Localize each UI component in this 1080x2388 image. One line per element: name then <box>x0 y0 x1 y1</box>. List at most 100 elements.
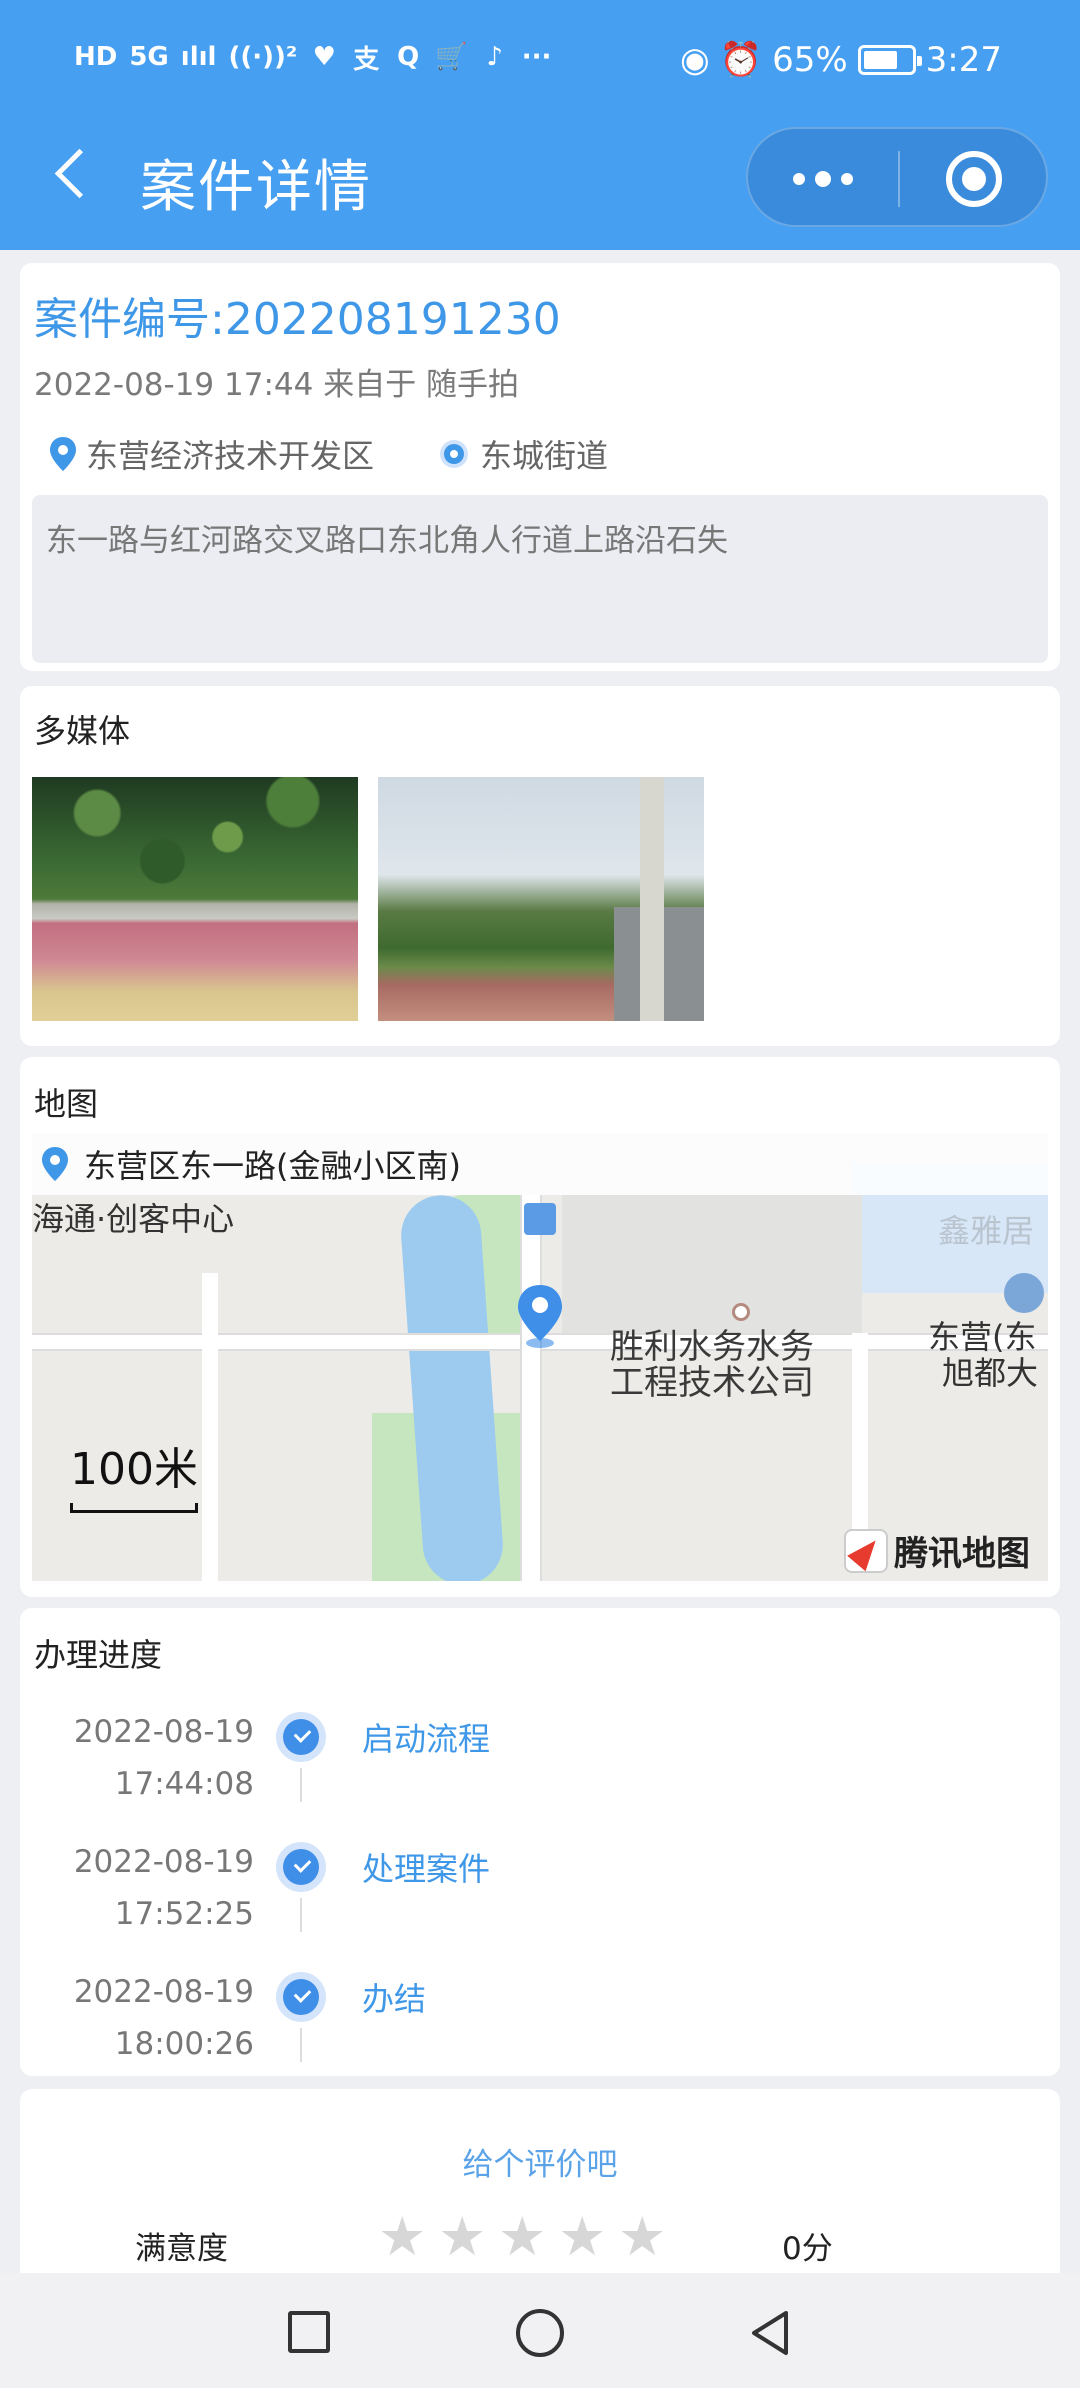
map-scale: 100米 <box>70 1433 198 1513</box>
progress-step: 2022-08-19 17:44:08 启动流程 <box>20 1706 1060 1826</box>
map-label-company-1: 胜利水务水务 <box>610 1327 814 1367</box>
location-row: 东营经济技术开发区 东城街道 <box>48 431 672 477</box>
map-card: 地图 东营区东一路(金融小区南) 海通·创客中心 胜利水务水务 工程技术公司 东… <box>20 1057 1060 1597</box>
check-circle-icon <box>276 1712 326 1762</box>
check-circle-icon <box>276 1842 326 1892</box>
media-photo-1[interactable] <box>32 777 358 1021</box>
map-provider-label: 腾讯地图 <box>894 1534 1030 1574</box>
star-icon[interactable]: ★ <box>498 2210 546 2264</box>
satisfaction-label: 满意度 <box>135 2231 228 2267</box>
case-number: 案件编号:202208191230 <box>34 294 561 345</box>
map-section-title: 地图 <box>34 1085 99 1123</box>
timeline-connector <box>300 1898 302 1932</box>
street-tag: 东城街道 <box>438 431 608 477</box>
check-circle-icon <box>276 1972 326 2022</box>
back-triangle-icon[interactable] <box>748 2309 790 2357</box>
satisfaction-row: 满意度 ★ ★ ★ ★ ★ 0分 <box>20 2210 1060 2273</box>
step-datetime: 2022-08-19 18:00:26 <box>74 1966 254 2070</box>
poi-icon <box>1004 1273 1044 1313</box>
progress-step: 2022-08-19 18:00:26 办结 <box>20 1966 1060 2086</box>
map-view[interactable]: 东营区东一路(金融小区南) 海通·创客中心 胜利水务水务 工程技术公司 东营(东… <box>32 1133 1048 1581</box>
miniprogram-capsule <box>746 127 1048 227</box>
home-button[interactable] <box>516 2309 564 2357</box>
eye-icon: ◉ <box>680 40 710 80</box>
step-datetime: 2022-08-19 17:52:25 <box>74 1836 254 1940</box>
district-label: 东营经济技术开发区 <box>86 437 375 475</box>
map-block <box>562 1195 862 1335</box>
status-bar: HD 5G ılıl ((·))² ♥ 支 Q 🛒 ♪ ··· ◉ ⏰ 65% … <box>0 0 1080 130</box>
step-label: 启动流程 <box>362 1720 491 1758</box>
map-address-bar: 东营区东一路(金融小区南) <box>32 1133 1048 1195</box>
map-provider-logo: 腾讯地图 <box>844 1526 1030 1575</box>
map-scale-label: 100米 <box>70 1444 198 1495</box>
location-pin-icon <box>42 1147 68 1181</box>
network-5g-icon: 5G <box>129 42 169 72</box>
map-road <box>852 1333 868 1533</box>
alarm-icon: ⏰ <box>719 40 763 80</box>
clock: 3:27 <box>925 40 1002 80</box>
step-date: 2022-08-19 <box>73 1974 254 2010</box>
system-navigation-bar <box>0 2273 1080 2388</box>
case-description: 东一路与红河路交叉路口东北角人行道上路沿石失 <box>32 495 1048 663</box>
star-icon[interactable]: ★ <box>618 2210 666 2264</box>
district-tag: 东营经济技术开发区 <box>48 431 374 477</box>
app-header: HD 5G ılıl ((·))² ♥ 支 Q 🛒 ♪ ··· ◉ ⏰ 65% … <box>0 0 1080 250</box>
star-icon[interactable]: ★ <box>558 2210 606 2264</box>
progress-step: 2022-08-19 17:52:25 处理案件 <box>20 1836 1060 1956</box>
map-label-company-2: 工程技术公司 <box>610 1363 814 1403</box>
timeline-connector <box>300 2028 302 2062</box>
step-time: 17:52:25 <box>114 1896 254 1932</box>
recent-apps-button[interactable] <box>288 2311 330 2353</box>
media-section-title: 多媒体 <box>34 712 131 750</box>
case-meta: 2022-08-19 17:44 来自于 随手拍 <box>34 367 520 403</box>
close-miniprogram-button[interactable] <box>946 151 1002 207</box>
more-options-button[interactable] <box>748 129 898 229</box>
step-label: 办结 <box>362 1980 427 2018</box>
tencent-map-icon <box>844 1528 888 1573</box>
battery-percent: 65% <box>772 40 848 80</box>
back-arrow-icon[interactable] <box>48 146 108 206</box>
battery-icon <box>857 45 922 75</box>
street-label: 东城街道 <box>480 437 609 475</box>
signal-icon: ılıl <box>180 42 217 72</box>
map-label-right-1: 东营(东 <box>928 1318 1037 1356</box>
step-datetime: 2022-08-19 17:44:08 <box>74 1706 254 1810</box>
media-card: 多媒体 <box>20 686 1060 1046</box>
qq-icon: Q <box>397 42 420 72</box>
step-label: 处理案件 <box>362 1850 491 1888</box>
more-notifications-icon: ··· <box>521 42 552 72</box>
step-time: 17:44:08 <box>114 1766 254 1802</box>
location-pin-icon <box>50 437 76 471</box>
map-address: 东营区东一路(金融小区南) <box>84 1147 461 1185</box>
map-label-top-right: 鑫雅居 <box>938 1212 1035 1250</box>
progress-card: 办理进度 2022-08-19 17:44:08 启动流程 2022-08-19… <box>20 1608 1060 2076</box>
capsule-divider <box>898 151 900 207</box>
progress-section-title: 办理进度 <box>34 1636 163 1674</box>
case-info-card: 案件编号:202208191230 2022-08-19 17:44 来自于 随… <box>20 263 1060 671</box>
map-location-marker-icon <box>518 1285 562 1348</box>
hd-icon: HD <box>74 42 118 72</box>
status-icons-right: ◉ ⏰ 65% 3:27 <box>680 40 1002 80</box>
map-road <box>520 1195 542 1581</box>
tiktok-icon: ♪ <box>486 42 503 72</box>
bus-stop-icon <box>524 1203 556 1235</box>
status-icons-left: HD 5G ılıl ((·))² ♥ 支 Q 🛒 ♪ ··· <box>74 40 552 75</box>
rating-prompt: 给个评价吧 <box>462 2147 618 2183</box>
rating-score: 0分 <box>782 2231 833 2267</box>
map-road <box>202 1273 218 1581</box>
page-title: 案件详情 <box>140 155 372 220</box>
star-rating: ★ ★ ★ ★ ★ <box>378 2210 666 2264</box>
star-icon[interactable]: ★ <box>438 2210 486 2264</box>
step-date: 2022-08-19 <box>73 1844 254 1880</box>
media-photo-2[interactable] <box>378 777 704 1021</box>
map-label-right-2: 旭都大 <box>942 1354 1039 1392</box>
star-icon[interactable]: ★ <box>378 2210 426 2264</box>
step-time: 18:00:26 <box>114 2026 254 2062</box>
map-label-creative-center: 海通·创客中心 <box>32 1200 235 1238</box>
target-icon <box>440 440 469 468</box>
alipay-icon: 支 <box>353 44 380 75</box>
poi-dot-icon <box>732 1303 750 1321</box>
navigation-bar: 案件详情 <box>0 120 1080 230</box>
step-date: 2022-08-19 <box>73 1714 254 1750</box>
health-icon: ♥ <box>312 42 336 72</box>
